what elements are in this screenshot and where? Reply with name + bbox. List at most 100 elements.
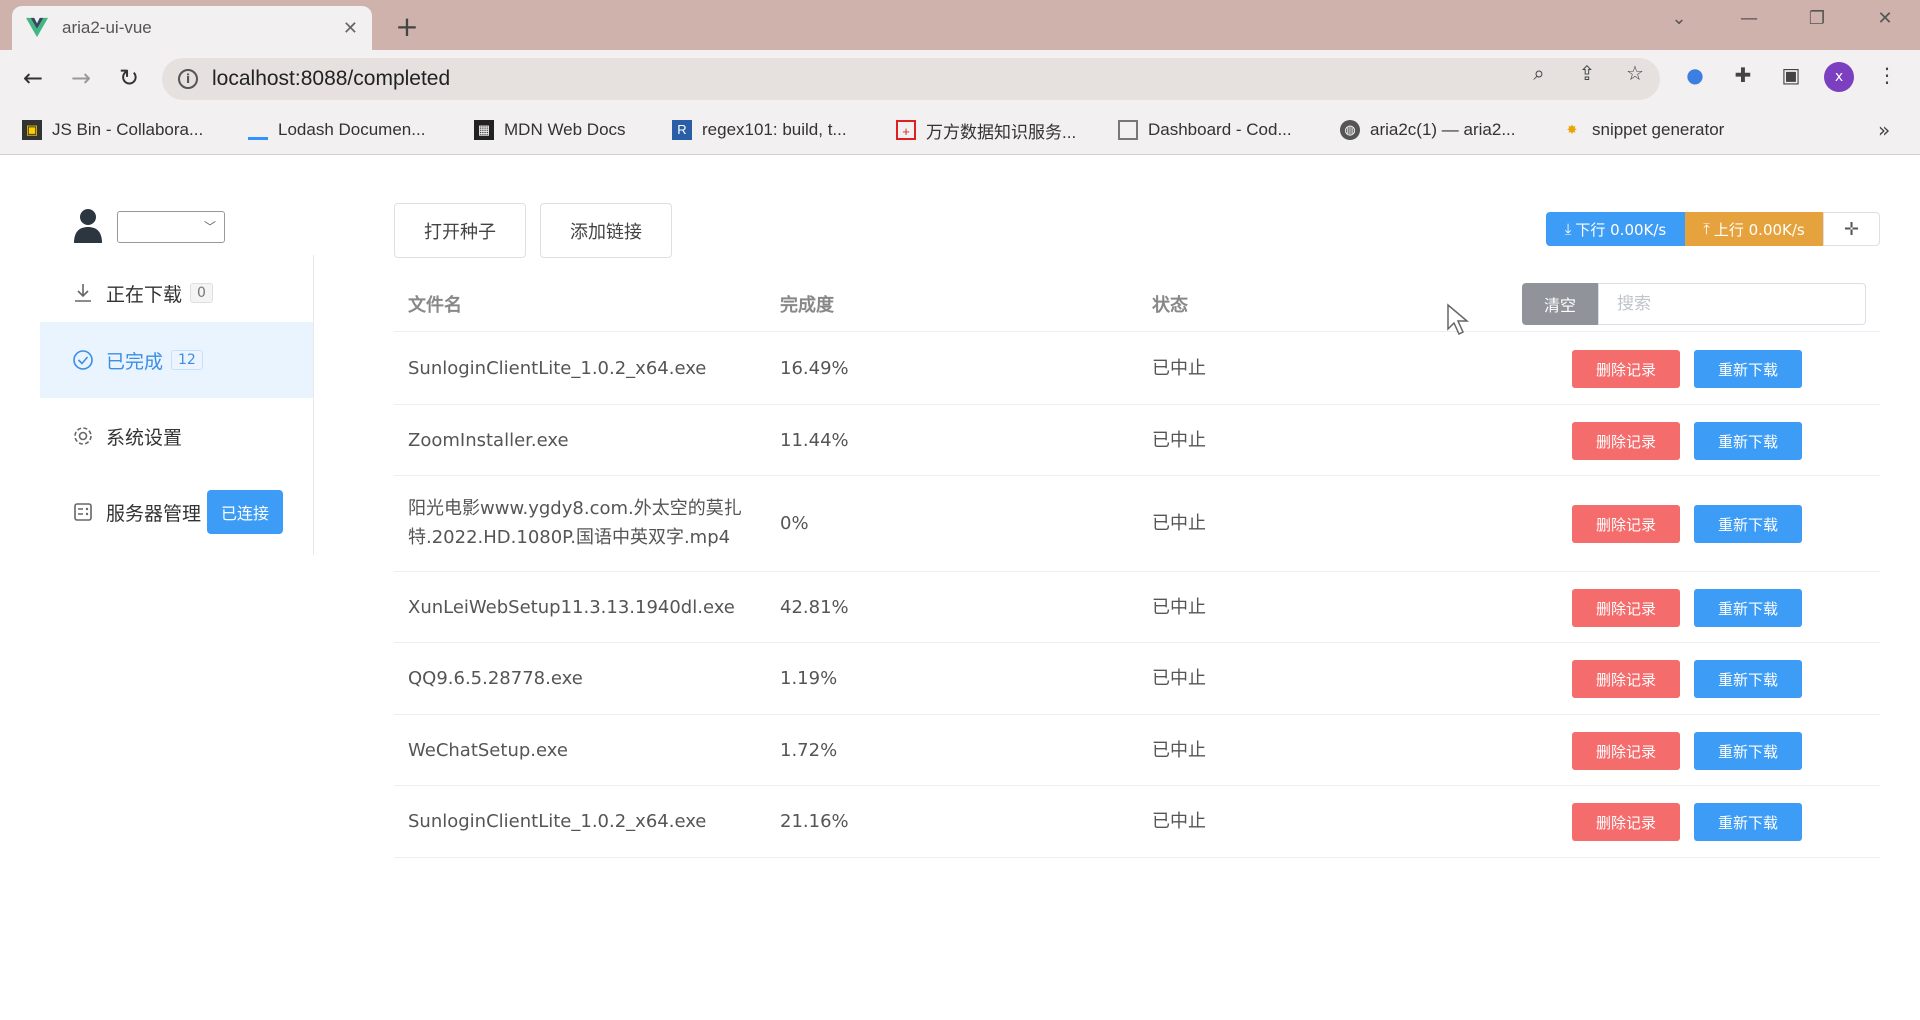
bookmark-dashboard[interactable]: Dashboard - Cod...: [1118, 116, 1292, 144]
restore-icon[interactable]: ❐: [1802, 8, 1832, 29]
table-row: ZoomInstaller.exe 11.44% 已中止 删除记录 重新下载: [394, 405, 1880, 476]
bookmark-star-icon[interactable]: ☆: [1620, 59, 1650, 89]
tab-close-icon[interactable]: ✕: [343, 18, 358, 39]
globe-icon: ◍: [1340, 120, 1360, 140]
browser-tab[interactable]: aria2-ui-vue ✕: [12, 6, 372, 50]
connection-status-button[interactable]: 已连接: [207, 490, 284, 534]
wanfang-icon: +: [896, 120, 916, 140]
bookmark-label: JS Bin - Collabora...: [52, 120, 204, 139]
bookmark-label: aria2c(1) — aria2...: [1370, 120, 1516, 139]
file-name: QQ9.6.5.28778.exe: [408, 668, 583, 689]
download-icon: [75, 284, 91, 302]
reload-icon[interactable]: ↻: [112, 62, 146, 96]
bookmark-aria2c[interactable]: ◍ aria2c(1) — aria2...: [1340, 116, 1516, 144]
downloading-count-badge: 0: [190, 283, 213, 303]
file-name: SunloginClientLite_1.0.2_x64.exe: [408, 358, 707, 379]
header-status: 状态: [1152, 295, 1188, 316]
move-icon[interactable]: ✛: [1823, 212, 1880, 246]
delete-record-button[interactable]: 删除记录: [1572, 660, 1680, 698]
bookmark-label: MDN Web Docs: [504, 120, 626, 139]
table-row: 阳光电影www.ygdy8.com.外太空的莫扎 特.2022.HD.1080P…: [394, 476, 1880, 572]
file-status: 已中止: [1152, 430, 1206, 451]
redownload-button[interactable]: 重新下载: [1694, 732, 1802, 770]
file-name-line-1: 阳光电影www.ygdy8.com.外太空的莫扎: [408, 498, 742, 519]
back-icon[interactable]: ←: [16, 62, 50, 96]
file-status: 已中止: [1152, 740, 1206, 761]
page-icon: [1118, 120, 1138, 140]
file-progress: 11.44%: [780, 430, 849, 451]
lodash-icon: [248, 120, 268, 140]
upload-speed-text: 上行 0.00K/s: [1713, 220, 1805, 239]
window-close-icon[interactable]: ✕: [1870, 8, 1900, 29]
bookmark-label: Dashboard - Cod...: [1148, 120, 1292, 139]
bookmark-wanfang[interactable]: + 万方数据知识服务...: [896, 116, 1076, 144]
extensions-puzzle-icon[interactable]: ✚: [1728, 60, 1758, 90]
add-link-button[interactable]: 添加链接: [540, 203, 672, 258]
server-icon: [74, 503, 92, 521]
file-name: ZoomInstaller.exe: [408, 430, 569, 451]
bookmarks-more-icon[interactable]: »: [1878, 118, 1890, 142]
minimize-icon[interactable]: —: [1734, 8, 1764, 29]
vue-logo-icon: [26, 17, 48, 38]
profile-avatar[interactable]: x: [1824, 62, 1854, 92]
clear-button[interactable]: 清空: [1522, 283, 1598, 325]
mouse-cursor-icon: [1447, 303, 1470, 336]
tab-bar: aria2-ui-vue ✕ + ⌄ — ❐ ✕: [0, 0, 1920, 50]
delete-record-button[interactable]: 删除记录: [1572, 732, 1680, 770]
app-page: ﹀ 正在下载 0 已完成 12 系统设置 服务器管理 已连接 打开种子 添加链接…: [0, 155, 1920, 1020]
sidebar-item-label: 已完成: [106, 350, 164, 373]
file-progress: 0%: [780, 513, 809, 534]
tab-search-icon[interactable]: ⌄: [1664, 8, 1694, 29]
redownload-button[interactable]: 重新下载: [1694, 803, 1802, 841]
sidebar-item-completed[interactable]: 已完成 12: [40, 322, 313, 398]
delete-record-button[interactable]: 删除记录: [1572, 422, 1680, 460]
sidebar: 正在下载 0 已完成 12 系统设置 服务器管理 已连接: [40, 255, 314, 555]
site-info-icon[interactable]: i: [178, 69, 198, 89]
extension-blue-icon[interactable]: ●: [1680, 60, 1710, 90]
search-input[interactable]: [1598, 283, 1866, 325]
share-icon[interactable]: ⇪: [1572, 59, 1602, 89]
jsbin-icon: ▣: [22, 120, 42, 140]
bookmark-regex101[interactable]: R regex101: build, t...: [672, 116, 847, 144]
redownload-button[interactable]: 重新下载: [1694, 589, 1802, 627]
zoom-icon[interactable]: ⌕: [1524, 59, 1554, 89]
side-panel-icon[interactable]: ▣: [1776, 60, 1806, 90]
file-status: 已中止: [1152, 668, 1206, 689]
bookmark-mdn[interactable]: ▦ MDN Web Docs: [474, 116, 626, 144]
bookmark-snippet[interactable]: ✸ snippet generator: [1562, 116, 1725, 144]
new-tab-icon[interactable]: +: [392, 10, 422, 43]
sidebar-item-downloading[interactable]: 正在下载 0: [40, 255, 313, 331]
open-torrent-button[interactable]: 打开种子: [394, 203, 526, 258]
address-bar[interactable]: i localhost:8088/completed: [162, 58, 1660, 100]
sidebar-item-server[interactable]: 服务器管理 已连接: [40, 474, 313, 550]
sidebar-item-settings[interactable]: 系统设置: [40, 398, 313, 474]
snippet-icon: ✸: [1566, 122, 1578, 137]
user-icon: [74, 209, 102, 243]
delete-record-button[interactable]: 删除记录: [1572, 589, 1680, 627]
regex101-icon: R: [672, 120, 692, 140]
menu-kebab-icon[interactable]: ⋮: [1872, 60, 1902, 90]
forward-icon[interactable]: →: [64, 62, 98, 96]
download-arrow-icon: ⤓: [1564, 220, 1572, 238]
file-name: XunLeiWebSetup11.3.13.1940dl.exe: [408, 597, 735, 618]
redownload-button[interactable]: 重新下载: [1694, 350, 1802, 388]
delete-record-button[interactable]: 删除记录: [1572, 505, 1680, 543]
server-select[interactable]: ﹀: [117, 211, 225, 243]
redownload-button[interactable]: 重新下载: [1694, 422, 1802, 460]
file-progress: 21.16%: [780, 811, 849, 832]
file-name-line-2: 特.2022.HD.1080P.国语中英双字.mp4: [408, 527, 731, 548]
sidebar-item-label: 正在下载: [106, 283, 183, 306]
redownload-button[interactable]: 重新下载: [1694, 505, 1802, 543]
delete-record-button[interactable]: 删除记录: [1572, 350, 1680, 388]
redownload-button[interactable]: 重新下载: [1694, 660, 1802, 698]
file-name: WeChatSetup.exe: [408, 740, 568, 761]
table-row: SunloginClientLite_1.0.2_x64.exe 16.49% …: [394, 333, 1880, 405]
bookmark-label: 万方数据知识服务...: [926, 122, 1077, 142]
browser-toolbar: ← → ↻ i localhost:8088/completed ⌕ ⇪ ☆: [0, 50, 1920, 106]
sidebar-item-label: 系统设置: [106, 426, 183, 449]
bookmark-jsbin[interactable]: ▣ JS Bin - Collabora...: [22, 116, 203, 144]
gear-icon: [74, 427, 92, 445]
delete-record-button[interactable]: 删除记录: [1572, 803, 1680, 841]
bookmark-lodash[interactable]: Lodash Documen...: [248, 116, 425, 144]
file-status: 已中止: [1152, 358, 1206, 379]
